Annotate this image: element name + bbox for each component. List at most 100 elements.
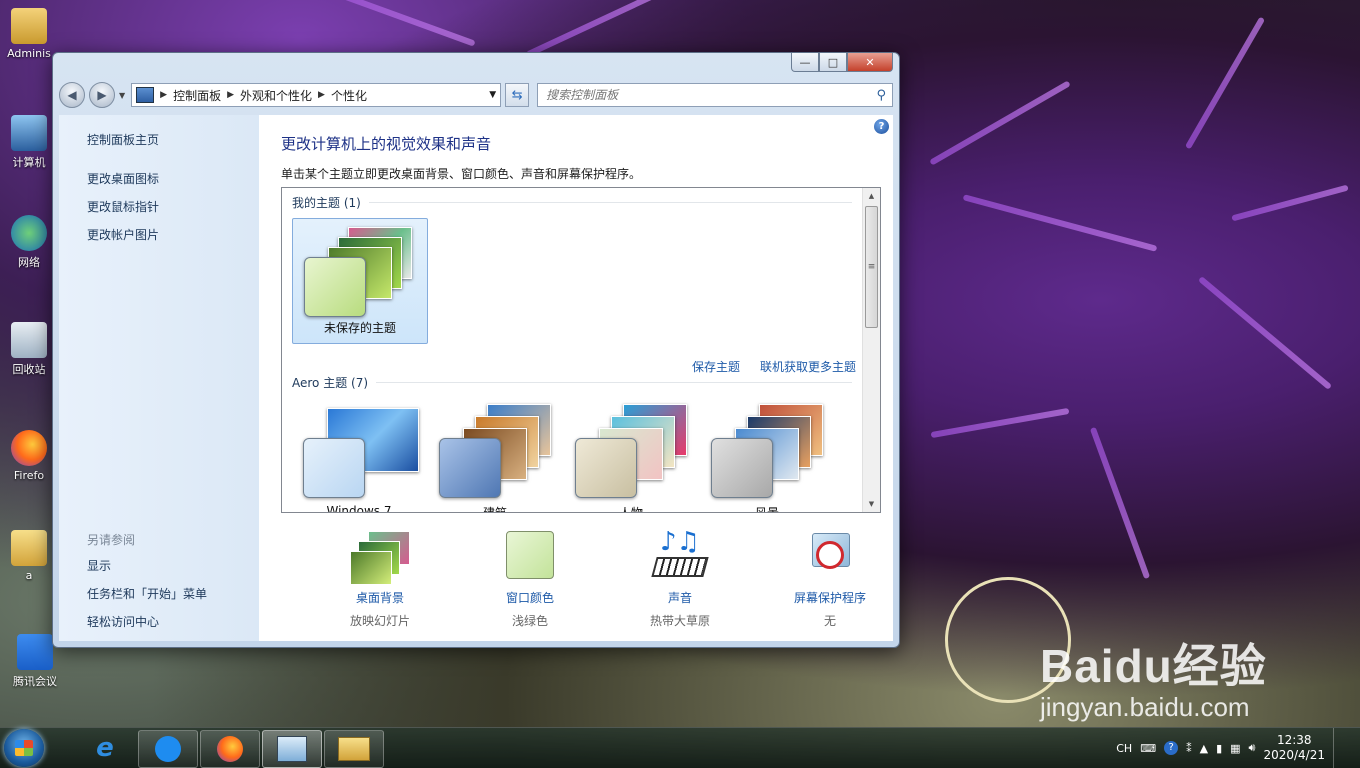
- personalization-settings: 桌面背景 放映幻灯片 窗口颜色 浅绿色 ♪♫ 声音 热带大草原 屏幕保护程序 无: [305, 527, 905, 629]
- see-also-taskbar[interactable]: 任务栏和「开始」菜单: [87, 585, 207, 602]
- desktop-icon-network[interactable]: 网络: [4, 215, 54, 270]
- breadcrumb-separator-icon[interactable]: ▶: [227, 90, 234, 100]
- help-tray-icon[interactable]: ?: [1164, 741, 1179, 755]
- sounds-label: 声音: [667, 591, 692, 605]
- breadcrumb-separator-icon[interactable]: ▶: [318, 90, 325, 100]
- back-arrow-icon: ◀: [67, 88, 77, 102]
- clock-time: 12:38: [1276, 733, 1312, 747]
- search-box[interactable]: ⚲: [537, 83, 893, 107]
- taskbar-dingtalk[interactable]: [138, 730, 198, 768]
- dingtalk-icon: [155, 736, 181, 762]
- sidebar-link-account-picture[interactable]: 更改帐户图片: [87, 226, 159, 243]
- page-description: 单击某个主题立即更改桌面背景、窗口颜色、声音和屏幕保护程序。: [281, 167, 642, 181]
- search-input[interactable]: [544, 87, 877, 103]
- theme-tile-windows7[interactable]: Windows 7: [292, 400, 426, 512]
- sidebar-link-home[interactable]: 控制面板主页: [87, 131, 159, 148]
- get-more-themes-link[interactable]: 联机获取更多主题: [760, 358, 856, 375]
- scroll-up-icon[interactable]: ▲: [863, 188, 880, 204]
- scroll-down-icon[interactable]: ▼: [863, 496, 880, 512]
- breadcrumb-appearance[interactable]: 外观和个性化: [240, 87, 312, 104]
- keyboard-icon[interactable]: ⌨: [1140, 742, 1156, 755]
- back-button[interactable]: ◀: [59, 82, 85, 108]
- desktop-icon-computer[interactable]: 计算机: [4, 115, 54, 170]
- forward-button[interactable]: ▶: [89, 82, 115, 108]
- close-button[interactable]: ✕: [847, 53, 893, 72]
- taskbar-ie[interactable]: e: [76, 730, 134, 766]
- start-button[interactable]: [4, 729, 44, 767]
- recent-pages-dropdown[interactable]: ▼: [119, 91, 125, 100]
- screen-saver-setting[interactable]: 屏幕保护程序 无: [755, 531, 905, 629]
- aero-themes-header: Aero 主题 (7): [292, 374, 852, 391]
- language-indicator[interactable]: CH: [1116, 742, 1132, 755]
- desktop-icon-firefox[interactable]: Firefo: [4, 430, 54, 482]
- sidebar-tasks: 控制面板主页 更改桌面图标 更改鼠标指针 更改帐户图片: [87, 131, 159, 254]
- breadcrumb-control-panel[interactable]: 控制面板: [173, 87, 221, 104]
- theme-preview: [571, 404, 691, 498]
- show-desktop-button[interactable]: [1333, 728, 1348, 768]
- control-panel-icon: [136, 87, 155, 103]
- desktop-icon-admin[interactable]: Adminis: [4, 8, 54, 60]
- main-panel: ? 更改计算机上的视觉效果和声音 单击某个主题立即更改桌面背景、窗口颜色、声音和…: [259, 115, 1071, 703]
- theme-preview: [707, 404, 827, 498]
- desktop-background-value: 放映幻灯片: [349, 614, 410, 628]
- clock[interactable]: 12:38 2020/4/21: [1263, 733, 1325, 763]
- see-also-title: 另请参阅: [87, 533, 136, 547]
- breadcrumb-personalization[interactable]: 个性化: [331, 87, 367, 104]
- taskbar-explorer[interactable]: [324, 730, 384, 768]
- theme-preview: [299, 404, 419, 498]
- page-title: 更改计算机上的视觉效果和声音: [281, 135, 492, 153]
- scrollbar-thumb[interactable]: ≡: [865, 206, 878, 328]
- help-icon[interactable]: ?: [874, 119, 889, 134]
- desktop-icon-label: Adminis: [7, 47, 51, 60]
- taskbar-control-panel[interactable]: [262, 730, 322, 768]
- theme-tile-architecture[interactable]: 建筑: [428, 400, 562, 512]
- taskbar: e CH ⌨ ? ⁑ ▲ ▮ ▦ 🔊︎ 12:38 2020/4/21: [0, 727, 1360, 768]
- taskbar-firefox[interactable]: [200, 730, 260, 768]
- search-icon[interactable]: ⚲: [876, 88, 886, 103]
- minimize-button[interactable]: —: [791, 53, 819, 72]
- desktop-icon-folder-a[interactable]: a: [4, 530, 54, 582]
- watermark-url: jingyan.baidu.com: [1040, 692, 1250, 722]
- desktop-background-label: 桌面背景: [355, 591, 404, 605]
- maximize-button[interactable]: □: [819, 53, 847, 72]
- control-panel-icon: [277, 736, 307, 762]
- sidebar: 控制面板主页 更改桌面图标 更改鼠标指针 更改帐户图片 另请参阅 显示 任务栏和…: [59, 115, 259, 641]
- network-tray-icon[interactable]: ▦: [1230, 742, 1240, 755]
- breadcrumb-separator-icon[interactable]: ▶: [160, 90, 167, 100]
- see-also-ease-of-access[interactable]: 轻松访问中心: [87, 613, 207, 630]
- network-icon: [11, 215, 47, 251]
- desktop-icon-label: 回收站: [12, 363, 46, 376]
- theme-tile-landscapes[interactable]: 风景: [700, 400, 834, 512]
- theme-label: 风景: [754, 506, 779, 513]
- theme-label: 未保存的主题: [323, 321, 396, 335]
- save-theme-link[interactable]: 保存主题: [692, 358, 740, 375]
- power-icon[interactable]: ▮: [1216, 742, 1222, 755]
- volume-icon[interactable]: 🔊︎: [1249, 741, 1256, 755]
- desktop-icon-label: 网络: [18, 256, 40, 269]
- watermark: Baidu经验 jingyan.baidu.com: [1040, 630, 1267, 723]
- theme-tile-unsaved[interactable]: 未保存的主题: [292, 218, 428, 344]
- caption-buttons: — □ ✕: [791, 53, 893, 72]
- theme-label: Windows 7: [326, 504, 392, 513]
- sounds-setting[interactable]: ♪♫ 声音 热带大草原: [605, 527, 755, 629]
- window-color-value: 浅绿色: [511, 614, 548, 628]
- firefox-icon: [11, 430, 47, 466]
- desktop-icon-label: 腾讯会议: [13, 675, 57, 688]
- refresh-button[interactable]: ⇆: [505, 83, 530, 107]
- window-color-setting[interactable]: 窗口颜色 浅绿色: [455, 531, 605, 629]
- show-hidden-icons-icon[interactable]: ▲: [1200, 742, 1208, 755]
- theme-list-scrollbar[interactable]: ▲ ≡ ▼: [862, 188, 880, 512]
- computer-icon: [11, 115, 47, 151]
- recycle-bin-icon: [11, 322, 47, 358]
- desktop-background-icon: [350, 531, 410, 585]
- desktop-icon-recycle[interactable]: 回收站: [4, 322, 54, 377]
- desktop-background-setting[interactable]: 桌面背景 放映幻灯片: [305, 531, 455, 629]
- address-bar[interactable]: ▶ 控制面板 ▶ 外观和个性化 ▶ 个性化 ▼: [131, 83, 502, 107]
- theme-links: 保存主题 联机获取更多主题: [692, 358, 856, 375]
- theme-tile-characters[interactable]: 人物: [564, 400, 698, 512]
- see-also-display[interactable]: 显示: [87, 557, 207, 574]
- sidebar-link-mouse-pointers[interactable]: 更改鼠标指针: [87, 198, 159, 215]
- address-dropdown-icon[interactable]: ▼: [489, 90, 496, 100]
- tray-overflow-icon[interactable]: ⁑: [1186, 742, 1192, 755]
- sidebar-link-desktop-icons[interactable]: 更改桌面图标: [87, 170, 159, 187]
